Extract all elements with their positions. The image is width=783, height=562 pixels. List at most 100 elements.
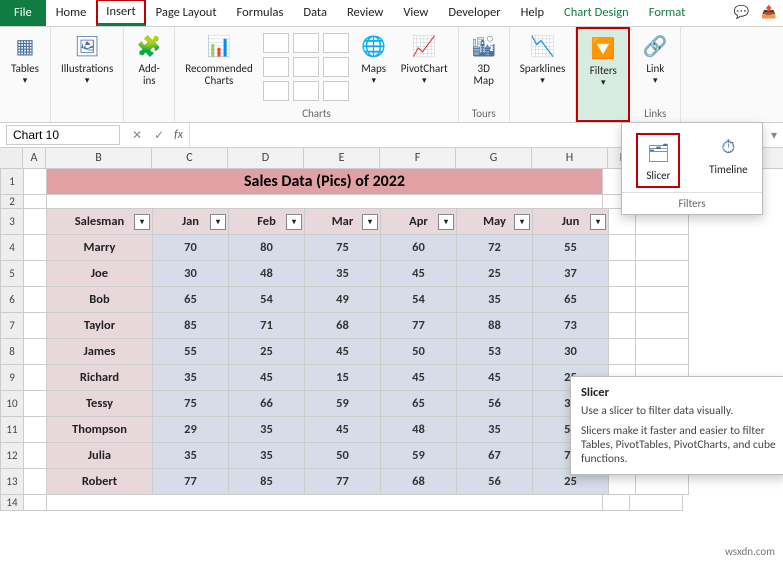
salesman-cell[interactable]: Bob xyxy=(47,287,153,313)
chart-type-area[interactable] xyxy=(323,33,349,53)
row-8[interactable]: 8 xyxy=(0,339,24,365)
salesman-cell[interactable]: James xyxy=(47,339,153,365)
cell[interactable] xyxy=(24,391,47,417)
title-cell[interactable]: Sales Data (Pics) of 2022 xyxy=(47,169,603,195)
salesman-cell[interactable]: Taylor xyxy=(47,313,153,339)
data-cell[interactable]: 45 xyxy=(305,417,381,443)
cell[interactable] xyxy=(24,443,47,469)
cell[interactable] xyxy=(630,495,683,511)
data-cell[interactable]: 35 xyxy=(457,287,533,313)
comments-icon[interactable]: 💬 xyxy=(728,0,756,26)
tab-page-layout[interactable]: Page Layout xyxy=(146,0,227,26)
data-cell[interactable]: 55 xyxy=(153,339,229,365)
data-cell[interactable]: 72 xyxy=(457,235,533,261)
data-cell[interactable]: 65 xyxy=(533,287,609,313)
fx-enter-icon[interactable]: ✓ xyxy=(148,128,170,143)
data-cell[interactable]: 88 xyxy=(457,313,533,339)
cell[interactable] xyxy=(636,339,689,365)
row-9[interactable]: 9 xyxy=(0,365,24,391)
cell[interactable] xyxy=(24,365,47,391)
data-cell[interactable]: 45 xyxy=(457,365,533,391)
cell[interactable] xyxy=(24,169,47,195)
chart-type-scatter[interactable] xyxy=(323,57,349,77)
cell[interactable] xyxy=(609,287,636,313)
data-cell[interactable]: 56 xyxy=(457,391,533,417)
col-D[interactable]: D xyxy=(228,148,304,168)
filter-arrow-icon[interactable]: ▾ xyxy=(514,214,530,230)
row-2[interactable]: 2 xyxy=(0,195,24,209)
row-10[interactable]: 10 xyxy=(0,391,24,417)
name-box[interactable] xyxy=(6,125,120,145)
cell[interactable] xyxy=(24,287,47,313)
data-cell[interactable]: 30 xyxy=(153,261,229,287)
sparklines-button[interactable]: 📉Sparklines▾ xyxy=(514,29,572,88)
data-cell[interactable]: 45 xyxy=(381,365,457,391)
maps-button[interactable]: 🌐Maps▾ xyxy=(353,29,395,88)
data-cell[interactable]: 54 xyxy=(381,287,457,313)
chart-type-pie[interactable] xyxy=(263,81,289,101)
data-cell[interactable]: 48 xyxy=(381,417,457,443)
share-icon[interactable]: 📤 xyxy=(755,0,783,26)
tab-chart-design[interactable]: Chart Design xyxy=(554,0,639,26)
tab-home[interactable]: Home xyxy=(46,0,97,26)
chart-type-bar[interactable] xyxy=(263,33,289,53)
cell[interactable] xyxy=(24,417,47,443)
row-6[interactable]: 6 xyxy=(0,287,24,313)
timeline-button[interactable]: ⏱ Timeline xyxy=(709,133,747,188)
tab-format[interactable]: Format xyxy=(639,0,696,26)
row-11[interactable]: 11 xyxy=(0,417,24,443)
salesman-cell[interactable]: Robert xyxy=(47,469,153,495)
cell[interactable] xyxy=(636,287,689,313)
filter-arrow-icon[interactable]: ▾ xyxy=(134,214,150,230)
header-salesman[interactable]: Salesman▾ xyxy=(47,209,153,235)
data-cell[interactable]: 66 xyxy=(229,391,305,417)
salesman-cell[interactable]: Tessy xyxy=(47,391,153,417)
data-cell[interactable]: 25 xyxy=(229,339,305,365)
cell[interactable] xyxy=(24,313,47,339)
tab-insert[interactable]: Insert xyxy=(96,0,145,26)
col-F[interactable]: F xyxy=(380,148,456,168)
data-cell[interactable]: 68 xyxy=(305,313,381,339)
data-cell[interactable]: 59 xyxy=(381,443,457,469)
cell[interactable] xyxy=(24,469,47,495)
data-cell[interactable]: 60 xyxy=(381,235,457,261)
data-cell[interactable]: 80 xyxy=(229,235,305,261)
data-cell[interactable]: 54 xyxy=(229,287,305,313)
expand-formula-bar-icon[interactable]: ▾ xyxy=(765,128,783,143)
cell[interactable] xyxy=(24,235,47,261)
salesman-cell[interactable]: Julia xyxy=(47,443,153,469)
data-cell[interactable]: 35 xyxy=(457,417,533,443)
data-cell[interactable]: 85 xyxy=(153,313,229,339)
data-cell[interactable]: 70 xyxy=(153,235,229,261)
slicer-button[interactable]: 🗂 Slicer xyxy=(636,133,680,188)
col-G[interactable]: G xyxy=(456,148,532,168)
data-cell[interactable]: 45 xyxy=(381,261,457,287)
header-apr[interactable]: Apr▾ xyxy=(381,209,457,235)
data-cell[interactable]: 30 xyxy=(533,339,609,365)
filter-arrow-icon[interactable]: ▾ xyxy=(438,214,454,230)
cell[interactable] xyxy=(603,495,630,511)
data-cell[interactable]: 29 xyxy=(153,417,229,443)
data-cell[interactable]: 35 xyxy=(229,417,305,443)
row-1[interactable]: 1 xyxy=(0,169,24,195)
data-cell[interactable]: 68 xyxy=(381,469,457,495)
salesman-cell[interactable]: Richard xyxy=(47,365,153,391)
cell[interactable] xyxy=(609,261,636,287)
data-cell[interactable]: 53 xyxy=(457,339,533,365)
cell[interactable] xyxy=(24,209,47,235)
data-cell[interactable]: 65 xyxy=(381,391,457,417)
filters-button[interactable]: 🔽Filters▾ xyxy=(582,31,624,90)
data-cell[interactable]: 35 xyxy=(305,261,381,287)
cell[interactable] xyxy=(47,195,603,209)
addins-button[interactable]: 🧩Add- ins xyxy=(128,29,170,89)
chart-type-hier[interactable] xyxy=(263,57,289,77)
fx-cancel-icon[interactable]: ✕ xyxy=(126,128,148,143)
recommended-charts-button[interactable]: 📊Recommended Charts xyxy=(179,29,258,89)
select-all-corner[interactable] xyxy=(0,148,23,168)
chart-type-combo[interactable] xyxy=(293,81,319,101)
cell[interactable] xyxy=(47,495,603,511)
salesman-cell[interactable]: Thompson xyxy=(47,417,153,443)
col-C[interactable]: C xyxy=(152,148,228,168)
cell[interactable] xyxy=(636,313,689,339)
data-cell[interactable]: 35 xyxy=(229,443,305,469)
